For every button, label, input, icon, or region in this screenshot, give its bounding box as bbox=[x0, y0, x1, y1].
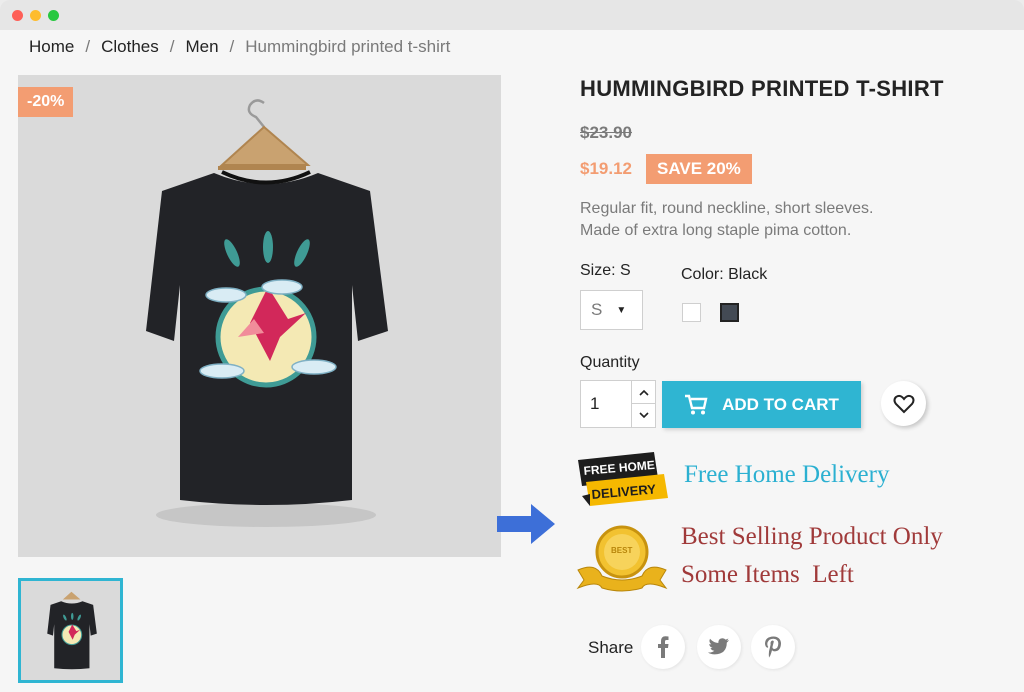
size-select[interactable]: S ▼ bbox=[580, 290, 643, 330]
breadcrumb-clothes[interactable]: Clothes bbox=[101, 37, 159, 57]
breadcrumb-separator: / bbox=[169, 37, 175, 56]
best-selling-text: Best Selling Product Only bbox=[681, 523, 943, 550]
breadcrumb-separator: / bbox=[229, 37, 235, 56]
pinterest-share-button[interactable] bbox=[751, 625, 795, 669]
description-line: Made of extra long staple pima cotton. bbox=[580, 222, 852, 239]
heart-icon bbox=[893, 394, 914, 413]
chevron-up-icon bbox=[638, 389, 649, 396]
facebook-icon bbox=[658, 636, 669, 658]
breadcrumb-separator: / bbox=[85, 37, 91, 56]
quantity-stepper bbox=[631, 380, 656, 428]
breadcrumb: Home / Clothes / Men / Hummingbird print… bbox=[29, 37, 450, 57]
twitter-share-button[interactable] bbox=[697, 625, 741, 669]
quantity-label: Quantity bbox=[580, 354, 640, 371]
size-label: Size: S bbox=[580, 262, 631, 279]
free-home-delivery-badge: FREE HOME DELIVERY bbox=[578, 452, 668, 506]
product-main-image[interactable]: -20% bbox=[18, 75, 501, 557]
window-titlebar bbox=[0, 0, 1024, 30]
pinterest-icon bbox=[765, 636, 781, 658]
chevron-down-icon bbox=[638, 412, 649, 419]
items-left-text: Some Items Left bbox=[681, 561, 854, 588]
product-title: HUMMINGBIRD PRINTED T-SHIRT bbox=[580, 76, 944, 101]
twitter-icon bbox=[708, 638, 729, 655]
discount-flag: -20% bbox=[18, 87, 74, 117]
best-seller-medal-icon: BEST bbox=[576, 525, 668, 592]
breadcrumb-men[interactable]: Men bbox=[185, 37, 218, 57]
color-swatch-white[interactable] bbox=[682, 303, 701, 322]
caret-down-icon: ▼ bbox=[616, 304, 627, 316]
breadcrumb-current: Hummingbird printed t-shirt bbox=[245, 37, 451, 56]
close-window-button[interactable] bbox=[12, 10, 23, 21]
quantity-increase-button[interactable] bbox=[632, 381, 655, 404]
size-selected-value: S bbox=[591, 300, 603, 319]
maximize-window-button[interactable] bbox=[48, 10, 59, 21]
arrow-right-icon bbox=[497, 504, 555, 544]
tshirt-image bbox=[146, 99, 388, 527]
description-line: Regular fit, round neckline, short sleev… bbox=[580, 200, 874, 217]
quantity-input[interactable]: 1 bbox=[580, 380, 632, 428]
share-label: Share bbox=[588, 638, 634, 657]
quantity-decrease-button[interactable] bbox=[632, 404, 655, 427]
add-to-cart-label: ADD TO CART bbox=[722, 394, 839, 414]
product-page: Home / Clothes / Men / Hummingbird print… bbox=[0, 30, 1024, 692]
regular-price: $23.90 bbox=[580, 123, 632, 142]
color-swatch-black[interactable] bbox=[720, 303, 739, 322]
shopping-cart-icon bbox=[685, 394, 708, 414]
quantity-value: 1 bbox=[590, 394, 600, 413]
free-delivery-text: Free Home Delivery bbox=[684, 461, 890, 488]
tshirt-thumbnail-image bbox=[47, 591, 97, 670]
product-thumbnail[interactable] bbox=[18, 578, 123, 683]
product-description: Regular fit, round neckline, short sleev… bbox=[580, 198, 873, 242]
add-to-cart-button[interactable]: ADD TO CART bbox=[662, 381, 861, 428]
minimize-window-button[interactable] bbox=[30, 10, 41, 21]
discount-badge: SAVE 20% bbox=[646, 154, 752, 184]
breadcrumb-home[interactable]: Home bbox=[29, 37, 74, 57]
current-price: $19.12 bbox=[580, 159, 632, 178]
color-label: Color: Black bbox=[681, 266, 768, 283]
facebook-share-button[interactable] bbox=[641, 625, 685, 669]
medal-text: BEST bbox=[611, 546, 632, 555]
wishlist-button[interactable] bbox=[881, 381, 926, 426]
